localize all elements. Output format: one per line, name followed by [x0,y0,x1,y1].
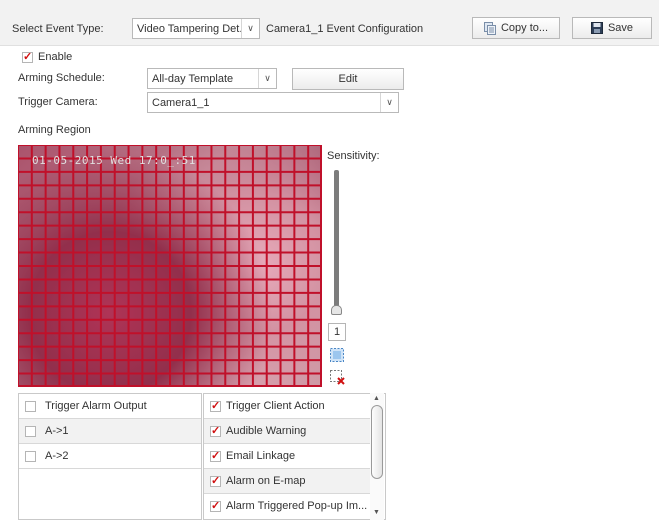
linkage-scrollbar[interactable]: ▲ ▼ [370,393,384,520]
save-icon [590,22,603,34]
alarm-popup-label: Alarm Triggered Pop-up Im... [226,500,368,512]
trigger-camera-value: Camera1_1 [152,97,210,109]
arming-region-label: Arming Region [18,124,91,136]
email-linkage-checkbox[interactable] [210,449,221,462]
scroll-down-icon[interactable]: ▼ [373,509,380,516]
chevron-down-icon: ∨ [241,19,259,38]
alarm-popup-checkbox[interactable] [210,499,221,512]
alarm-output-a1-label: A->1 [45,425,69,437]
scroll-up-icon[interactable]: ▲ [373,395,380,402]
alarm-output-list: Trigger Alarm Output A->1 A->2 [18,393,202,520]
alarm-on-emap-label: Alarm on E-map [226,475,306,487]
trigger-camera-label: Trigger Camera: [18,96,98,108]
alarm-output-a2-checkbox[interactable] [25,451,36,462]
scrollbar-thumb[interactable] [371,405,383,479]
audible-warning-label: Audible Warning [226,425,307,437]
config-title: Camera1_1 Event Configuration [266,23,424,35]
event-type-select[interactable]: Video Tampering Det... ∨ [132,18,260,39]
trigger-client-action-checkbox[interactable] [210,399,221,412]
arming-region-grid [18,145,322,387]
chevron-down-icon: ∨ [258,69,276,88]
copy-icon [483,21,496,35]
save-button[interactable]: Save [572,17,652,39]
event-type-label: Select Event Type: [12,23,104,35]
alarm-output-a1-checkbox[interactable] [25,426,36,437]
list-item[interactable]: A->2 [19,444,201,469]
arming-region-canvas[interactable]: 01-05-2015 Wed 17:0_:51 [18,145,322,387]
list-item[interactable]: A->1 [19,419,201,444]
video-osd-timestamp: 01-05-2015 Wed 17:0_:51 [32,154,196,167]
arming-schedule-value: All-day Template [152,73,234,85]
edit-button[interactable]: Edit [292,68,404,90]
arming-schedule-label: Arming Schedule: [18,72,105,84]
trigger-client-action-label: Trigger Client Action [226,400,325,412]
email-linkage-label: Email Linkage [226,450,296,462]
copy-to-label: Copy to... [500,22,549,34]
alarm-output-a2-label: A->2 [45,450,69,462]
edit-label: Edit [338,73,358,85]
list-item[interactable]: Audible Warning [204,419,371,444]
audible-warning-checkbox[interactable] [210,424,221,437]
linkage-action-list: Trigger Client Action Audible Warning Em… [203,393,386,520]
list-item[interactable]: Trigger Client Action [204,394,371,419]
copy-to-button[interactable]: Copy to... [472,17,560,39]
save-label: Save [607,22,634,34]
alarm-output-header-label: Trigger Alarm Output [45,400,147,412]
sensitivity-value: 1 [328,323,346,341]
enable-label: Enable [38,51,73,63]
chevron-down-icon: ∨ [380,93,398,112]
list-item[interactable]: Alarm on E-map [204,469,371,494]
sensitivity-slider-track[interactable] [334,170,339,310]
event-type-value: Video Tampering Det... [137,23,249,35]
sensitivity-slider-thumb[interactable] [331,305,342,315]
select-all-icon[interactable] [329,347,345,363]
arming-schedule-select[interactable]: All-day Template ∨ [147,68,277,89]
enable-checkbox[interactable] [22,50,33,63]
alarm-output-all-checkbox[interactable] [25,401,36,412]
clear-region-icon[interactable] [329,369,345,385]
list-item[interactable]: Email Linkage [204,444,371,469]
alarm-on-emap-checkbox[interactable] [210,474,221,487]
list-item[interactable]: Alarm Triggered Pop-up Im... [204,494,371,519]
alarm-output-header: Trigger Alarm Output [19,394,201,419]
trigger-camera-select[interactable]: Camera1_1 ∨ [147,92,399,113]
sensitivity-label: Sensitivity: [327,150,380,162]
